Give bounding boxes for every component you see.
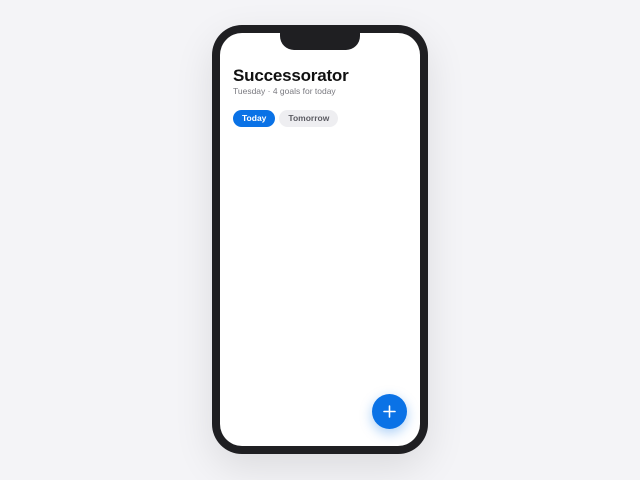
page-title: Successorator — [233, 66, 349, 85]
app-screen: Successorator Tuesday · 4 goals for toda… — [220, 33, 420, 446]
tab-today[interactable]: Today — [233, 110, 276, 127]
page-subtitle: Tuesday · 4 goals for today — [233, 86, 336, 96]
day-tabs: Today Tomorrow — [233, 110, 339, 127]
add-goal-button[interactable] — [372, 394, 407, 429]
phone-frame: Successorator Tuesday · 4 goals for toda… — [212, 25, 428, 454]
page: Successorator Tuesday · 4 goals for toda… — [0, 0, 640, 480]
phone-notch — [280, 25, 360, 50]
tab-tomorrow[interactable]: Tomorrow — [279, 110, 339, 127]
plus-icon — [383, 405, 396, 418]
